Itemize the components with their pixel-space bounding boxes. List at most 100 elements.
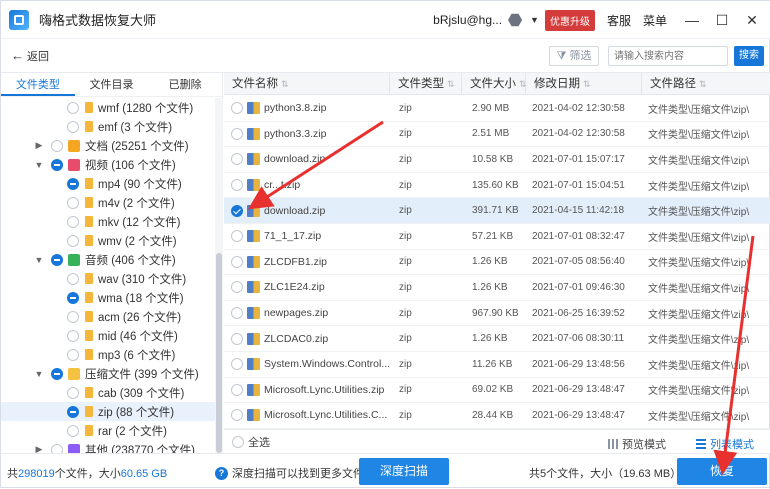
- select-all-checkbox[interactable]: [232, 435, 244, 448]
- checkbox[interactable]: [67, 405, 79, 418]
- column-header-type[interactable]: 文件类型 ⇅: [390, 73, 462, 95]
- table-row-selected[interactable]: download.zip zip 391.71 KB 2021-04-15 11:42…: [224, 198, 770, 224]
- tab-deleted[interactable]: 已删除: [148, 73, 222, 96]
- checkbox[interactable]: [67, 177, 79, 190]
- checkbox[interactable]: [51, 443, 63, 453]
- filter-button[interactable]: ⧩ 筛选: [549, 46, 599, 66]
- row-checkbox[interactable]: [231, 153, 243, 166]
- column-header-path[interactable]: 文件路径 ⇅: [642, 73, 770, 95]
- expand-arrow-icon[interactable]: ▶: [34, 140, 44, 151]
- file-icon: [85, 235, 93, 246]
- checkbox[interactable]: [67, 272, 79, 285]
- deep-scan-button[interactable]: 深度扫描: [359, 458, 449, 485]
- row-checkbox[interactable]: [231, 358, 243, 371]
- checkbox[interactable]: [67, 424, 79, 437]
- column-header-size[interactable]: 文件大小 ⇅: [462, 73, 527, 95]
- checkbox[interactable]: [67, 101, 79, 114]
- checkbox[interactable]: [67, 291, 79, 304]
- table-row[interactable]: 71_1_17.zip zip 57.21 KB 2021-07-01 08:32:4…: [224, 224, 770, 250]
- table-row[interactable]: ZLC1E24.zip zip 1.26 KB 2021-07-01 09:46:30…: [224, 275, 770, 301]
- checkbox[interactable]: [51, 158, 63, 171]
- customer-service-link[interactable]: 客服: [607, 12, 631, 29]
- user-account[interactable]: bRjslu@hg...: [433, 13, 502, 27]
- tree-item-zip[interactable]: zip (88 个文件): [1, 402, 215, 421]
- table-row[interactable]: Microsoft.Lync.Utilities.C... zip 28.44 KB…: [224, 403, 770, 429]
- checkbox[interactable]: [67, 215, 79, 228]
- tree-item-wmv[interactable]: wmv (2 个文件): [1, 231, 215, 250]
- checkbox[interactable]: [67, 386, 79, 399]
- zip-file-icon: [247, 307, 260, 320]
- tree-item-rar[interactable]: rar (2 个文件): [1, 421, 215, 440]
- tree-item-documents[interactable]: ▶ 文档 (25251 个文件): [1, 136, 215, 155]
- select-all[interactable]: 全选: [232, 434, 270, 450]
- tree-item-mid[interactable]: mid (46 个文件): [1, 326, 215, 345]
- table-row[interactable]: cr...t.zip zip 135.60 KB 2021-07-01 15:04:5…: [224, 173, 770, 199]
- tree-item-cab[interactable]: cab (309 个文件): [1, 383, 215, 402]
- tree-item-archives[interactable]: ▼ 压缩文件 (399 个文件): [1, 364, 215, 383]
- account-dropdown-icon[interactable]: ▼: [530, 15, 539, 25]
- row-checkbox[interactable]: [231, 230, 243, 243]
- search-input[interactable]: [608, 46, 728, 66]
- checkbox[interactable]: [67, 120, 79, 133]
- tree-item-mkv[interactable]: mkv (12 个文件): [1, 212, 215, 231]
- minimize-button[interactable]: —: [677, 12, 707, 28]
- checkbox[interactable]: [67, 196, 79, 209]
- tree-item-wav[interactable]: wav (310 个文件): [1, 269, 215, 288]
- table-row[interactable]: python3.8.zip zip 2.90 MB 2021-04-02 12:30:…: [224, 96, 770, 122]
- row-checkbox[interactable]: [231, 179, 243, 192]
- row-checkbox[interactable]: [231, 383, 243, 396]
- tree-item-wmf[interactable]: wmf (1280 个文件): [1, 98, 215, 117]
- collapse-arrow-icon[interactable]: ▼: [34, 369, 44, 379]
- maximize-button[interactable]: ☐: [707, 12, 737, 29]
- upgrade-button[interactable]: 优惠升级: [544, 9, 595, 31]
- row-checkbox[interactable]: [231, 255, 243, 268]
- collapse-arrow-icon[interactable]: ▼: [34, 255, 44, 265]
- sidebar-scrollbar-thumb[interactable]: [216, 253, 222, 453]
- checkbox[interactable]: [67, 234, 79, 247]
- table-row[interactable]: ZLCDFB1.zip zip 1.26 KB 2021-07-05 08:56:40…: [224, 250, 770, 276]
- tree-item-m4v[interactable]: m4v (2 个文件): [1, 193, 215, 212]
- checkbox[interactable]: [51, 139, 63, 152]
- table-row[interactable]: ZLCDAC0.zip zip 1.26 KB 2021-07-06 08:30:11…: [224, 326, 770, 352]
- tree-item-other[interactable]: ▶ 其他 (238770 个文件): [1, 440, 215, 453]
- row-checkbox[interactable]: [231, 127, 243, 140]
- row-checkbox[interactable]: [231, 409, 243, 422]
- table-row[interactable]: python3.3.zip zip 2.51 MB 2021-04-02 12:30:…: [224, 122, 770, 148]
- table-row[interactable]: System.Windows.Control... zip 11.26 KB 2021…: [224, 352, 770, 378]
- checkbox[interactable]: [51, 367, 63, 380]
- tree-item-mp4[interactable]: mp4 (90 个文件): [1, 174, 215, 193]
- row-checkbox[interactable]: [231, 102, 243, 115]
- tab-file-directory[interactable]: 文件目录: [75, 73, 149, 96]
- file-size: 2.90 MB: [472, 102, 510, 114]
- tree-item-acm[interactable]: acm (26 个文件): [1, 307, 215, 326]
- tree-item-audio[interactable]: ▼ 音频 (406 个文件): [1, 250, 215, 269]
- table-row[interactable]: download.zip zip 10.58 KB 2021-07-01 15:07:…: [224, 147, 770, 173]
- preview-mode-button[interactable]: 预览模式: [608, 436, 666, 452]
- back-button[interactable]: ← 返回: [11, 48, 49, 64]
- collapse-arrow-icon[interactable]: ▼: [34, 160, 44, 170]
- tree-item-wma[interactable]: wma (18 个文件): [1, 288, 215, 307]
- row-checkbox[interactable]: [231, 281, 243, 294]
- checkbox[interactable]: [67, 348, 79, 361]
- table-row[interactable]: Microsoft.Lync.Utilities.zip zip 69.02 KB 2…: [224, 378, 770, 404]
- tree-item-video[interactable]: ▼ 视频 (106 个文件): [1, 155, 215, 174]
- checkbox[interactable]: [67, 310, 79, 323]
- checkbox[interactable]: [67, 329, 79, 342]
- tree-item-emf[interactable]: emf (3 个文件): [1, 117, 215, 136]
- row-checkbox[interactable]: [231, 307, 243, 320]
- zip-file-icon: [247, 179, 260, 192]
- recover-button[interactable]: 恢复: [677, 458, 767, 485]
- column-header-name[interactable]: 文件名称 ⇅: [224, 73, 390, 95]
- column-header-date[interactable]: 修改日期 ⇅: [526, 73, 642, 95]
- tree-item-mp3[interactable]: mp3 (6 个文件): [1, 345, 215, 364]
- close-button[interactable]: ✕: [737, 12, 767, 29]
- expand-arrow-icon[interactable]: ▶: [34, 444, 44, 453]
- checkbox[interactable]: [51, 253, 63, 266]
- table-row[interactable]: newpages.zip zip 967.90 KB 2021-06-25 16:39…: [224, 301, 770, 327]
- menu-link[interactable]: 菜单: [643, 12, 667, 29]
- row-checkbox-checked[interactable]: [231, 204, 243, 217]
- list-mode-button[interactable]: 列表模式: [696, 436, 754, 452]
- row-checkbox[interactable]: [231, 332, 243, 345]
- search-button[interactable]: 搜索: [734, 46, 764, 66]
- tab-file-type[interactable]: 文件类型: [1, 73, 75, 96]
